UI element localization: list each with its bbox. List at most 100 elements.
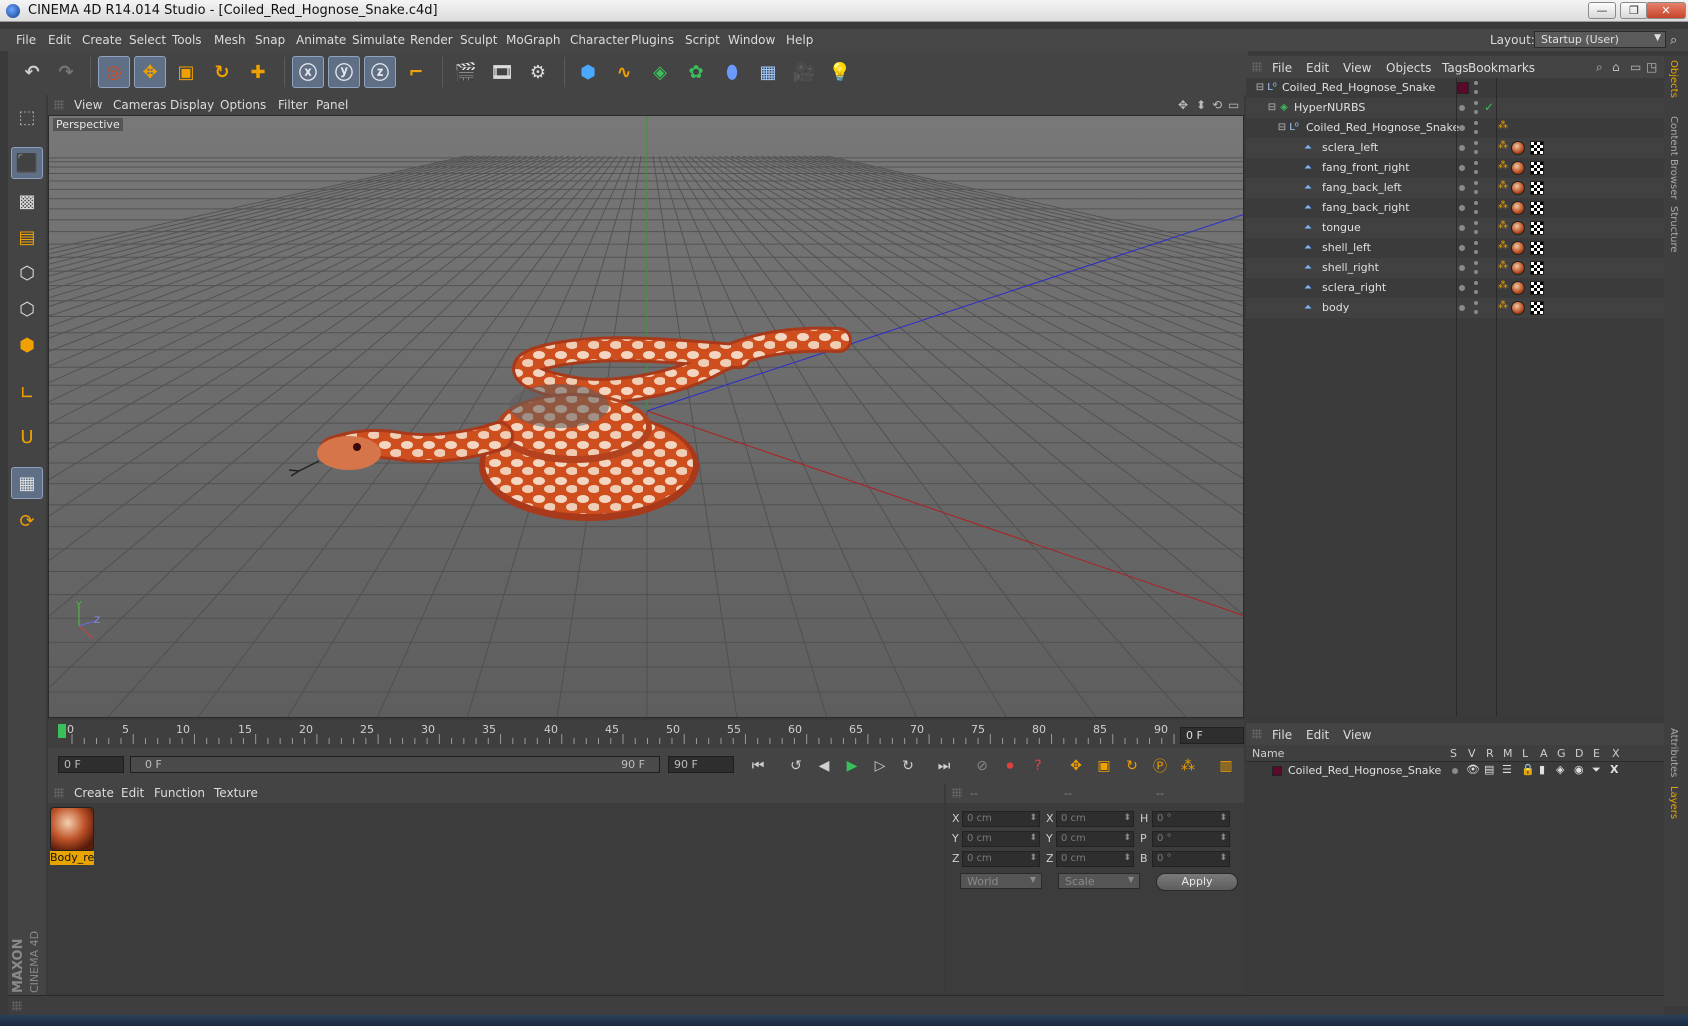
visibility-editor-dot[interactable]: [1474, 281, 1478, 285]
object-row[interactable]: ⊟ L⁰ Coiled_Red_Hognose_Snake ⁂: [1246, 118, 1664, 138]
frame-range-slider[interactable]: 0 F 90 F: [130, 756, 660, 773]
object-menu-bookmarks[interactable]: Bookmarks: [1468, 61, 1535, 75]
layer-xref-icon[interactable]: X: [1610, 763, 1618, 776]
menu-select[interactable]: Select: [129, 33, 166, 47]
object-row[interactable]: ⏶ fang_front_right ⁂: [1246, 158, 1664, 178]
material-tag-icon[interactable]: [1511, 301, 1525, 315]
phong-tag-icon[interactable]: ⁂: [1498, 120, 1508, 131]
new-window-icon[interactable]: ◳: [1646, 60, 1657, 74]
render-view-icon[interactable]: 🎬: [450, 56, 482, 88]
visibility-render-dot[interactable]: [1474, 250, 1478, 254]
z-axis-lock-icon[interactable]: ⓩ: [364, 56, 396, 88]
undo-icon[interactable]: ↶: [16, 56, 48, 88]
material-tag-icon[interactable]: [1511, 241, 1525, 255]
object-menu-file[interactable]: File: [1272, 61, 1292, 75]
tab-content-browser[interactable]: Content Browser: [1668, 116, 1679, 199]
array-generator-icon[interactable]: ✿: [680, 56, 712, 88]
layout-select[interactable]: Startup (User) ▼: [1534, 31, 1666, 48]
menu-window[interactable]: Window: [728, 33, 775, 47]
drag-handle-icon[interactable]: [54, 100, 64, 110]
timeline-window-icon[interactable]: ▥: [1214, 754, 1238, 778]
column-name[interactable]: Name: [1252, 747, 1284, 760]
keyframe-selection-icon[interactable]: ?: [1026, 754, 1050, 778]
layer-name[interactable]: Coiled_Red_Hognose_Snake: [1288, 764, 1441, 777]
object-name[interactable]: Coiled_Red_Hognose_Snake: [1306, 121, 1459, 134]
record-rotation-icon[interactable]: ↻: [1120, 754, 1144, 778]
menu-file[interactable]: File: [16, 33, 36, 47]
visibility-render-dot[interactable]: [1474, 210, 1478, 214]
record-position-icon[interactable]: ✥: [1064, 754, 1088, 778]
object-row[interactable]: ⏶ sclera_right ⁂: [1246, 278, 1664, 298]
y-axis-lock-icon[interactable]: ⓨ: [328, 56, 360, 88]
go-to-end-icon[interactable]: ⏭: [932, 754, 956, 778]
visibility-editor-dot[interactable]: [1474, 261, 1478, 265]
material-tag-icon[interactable]: [1511, 261, 1525, 275]
texture-mode-icon[interactable]: ▩: [11, 185, 43, 217]
viewport-menu-cameras[interactable]: Cameras: [113, 98, 166, 112]
menu-render[interactable]: Render: [410, 33, 453, 47]
menu-character[interactable]: Character: [570, 33, 629, 47]
visibility-editor-dot[interactable]: [1474, 201, 1478, 205]
axis-mode-icon[interactable]: ∟: [11, 377, 43, 409]
layer-menu-edit[interactable]: Edit: [1306, 728, 1329, 742]
viewport-scene[interactable]: [49, 116, 1244, 718]
workplane-lock-icon[interactable]: ▦: [11, 467, 43, 499]
object-row[interactable]: ⏶ sclera_left ⁂: [1246, 138, 1664, 158]
column-xref[interactable]: X: [1612, 747, 1620, 760]
drag-handle-icon[interactable]: [1252, 729, 1262, 739]
visibility-editor-dot[interactable]: [1474, 121, 1478, 125]
x-axis-lock-icon[interactable]: ⓧ: [292, 56, 324, 88]
model-mode-icon[interactable]: ⬛: [11, 147, 43, 179]
end-frame-field[interactable]: 90 F: [668, 756, 734, 773]
layer-menu-view[interactable]: View: [1343, 728, 1371, 742]
viewport-menu-view[interactable]: View: [74, 98, 102, 112]
viewport-zoom-icon[interactable]: ⬍: [1196, 98, 1206, 112]
collapse-toggle-icon[interactable]: ⊟: [1276, 122, 1288, 134]
visibility-dot[interactable]: [1459, 285, 1465, 291]
rot-p-field[interactable]: 0 °: [1152, 831, 1230, 847]
layer-expression-icon[interactable]: ⏷: [1592, 763, 1601, 777]
phong-tag-icon[interactable]: ⁂: [1498, 240, 1508, 251]
column-view[interactable]: V: [1468, 747, 1476, 760]
drag-handle-icon[interactable]: [54, 788, 64, 798]
visibility-dot[interactable]: [1459, 145, 1465, 151]
object-name[interactable]: HyperNURBS: [1294, 101, 1365, 114]
uvw-tag-icon[interactable]: [1530, 161, 1544, 175]
drag-handle-icon[interactable]: [1252, 62, 1262, 72]
visibility-dot[interactable]: [1459, 125, 1465, 131]
viewport-menu-options[interactable]: Options: [220, 98, 266, 112]
object-row[interactable]: ⏶ fang_back_left ⁂: [1246, 178, 1664, 198]
record-parameter-icon[interactable]: Ⓟ: [1148, 754, 1172, 778]
layer-color-swatch[interactable]: [1457, 82, 1469, 94]
menu-simulate[interactable]: Simulate: [352, 33, 405, 47]
visibility-editor-dot[interactable]: [1474, 161, 1478, 165]
cube-primitive-icon[interactable]: ⬢: [572, 56, 604, 88]
phong-tag-icon[interactable]: ⁂: [1498, 180, 1508, 191]
perspective-viewport[interactable]: Y Z Perspective: [48, 115, 1244, 718]
collapse-toggle-icon[interactable]: ⊟: [1254, 82, 1266, 94]
object-name[interactable]: shell_right: [1322, 261, 1379, 274]
uvw-tag-icon[interactable]: [1530, 261, 1544, 275]
scale-tool-icon[interactable]: ▣: [170, 56, 202, 88]
edges-mode-icon[interactable]: ⬡: [11, 293, 43, 325]
play-icon[interactable]: ▶: [840, 754, 864, 778]
visibility-dot[interactable]: [1459, 305, 1465, 311]
tab-attributes[interactable]: Attributes: [1668, 728, 1679, 777]
viewport-rotate-icon[interactable]: ⟲: [1212, 98, 1222, 112]
rotate-tool-icon[interactable]: ↻: [206, 56, 238, 88]
scale-z-field[interactable]: 0 cm: [1056, 851, 1134, 867]
uvw-tag-icon[interactable]: [1530, 301, 1544, 315]
tab-layers[interactable]: Layers: [1668, 786, 1679, 819]
object-name[interactable]: sclera_right: [1322, 281, 1386, 294]
visibility-editor-dot[interactable]: [1474, 241, 1478, 245]
material-tag-icon[interactable]: [1511, 161, 1525, 175]
menu-tools[interactable]: Tools: [172, 33, 202, 47]
uvw-tag-icon[interactable]: [1530, 221, 1544, 235]
layer-deformer-icon[interactable]: ◉: [1574, 763, 1584, 776]
menu-animate[interactable]: Animate: [296, 33, 346, 47]
locked-workplane-icon[interactable]: ⟳: [11, 505, 43, 537]
phong-tag-icon[interactable]: ⁂: [1498, 280, 1508, 291]
visibility-render-dot[interactable]: [1474, 130, 1478, 134]
subdivision-surface-icon[interactable]: ◈: [644, 56, 676, 88]
object-name[interactable]: Coiled_Red_Hognose_Snake: [1282, 81, 1435, 94]
